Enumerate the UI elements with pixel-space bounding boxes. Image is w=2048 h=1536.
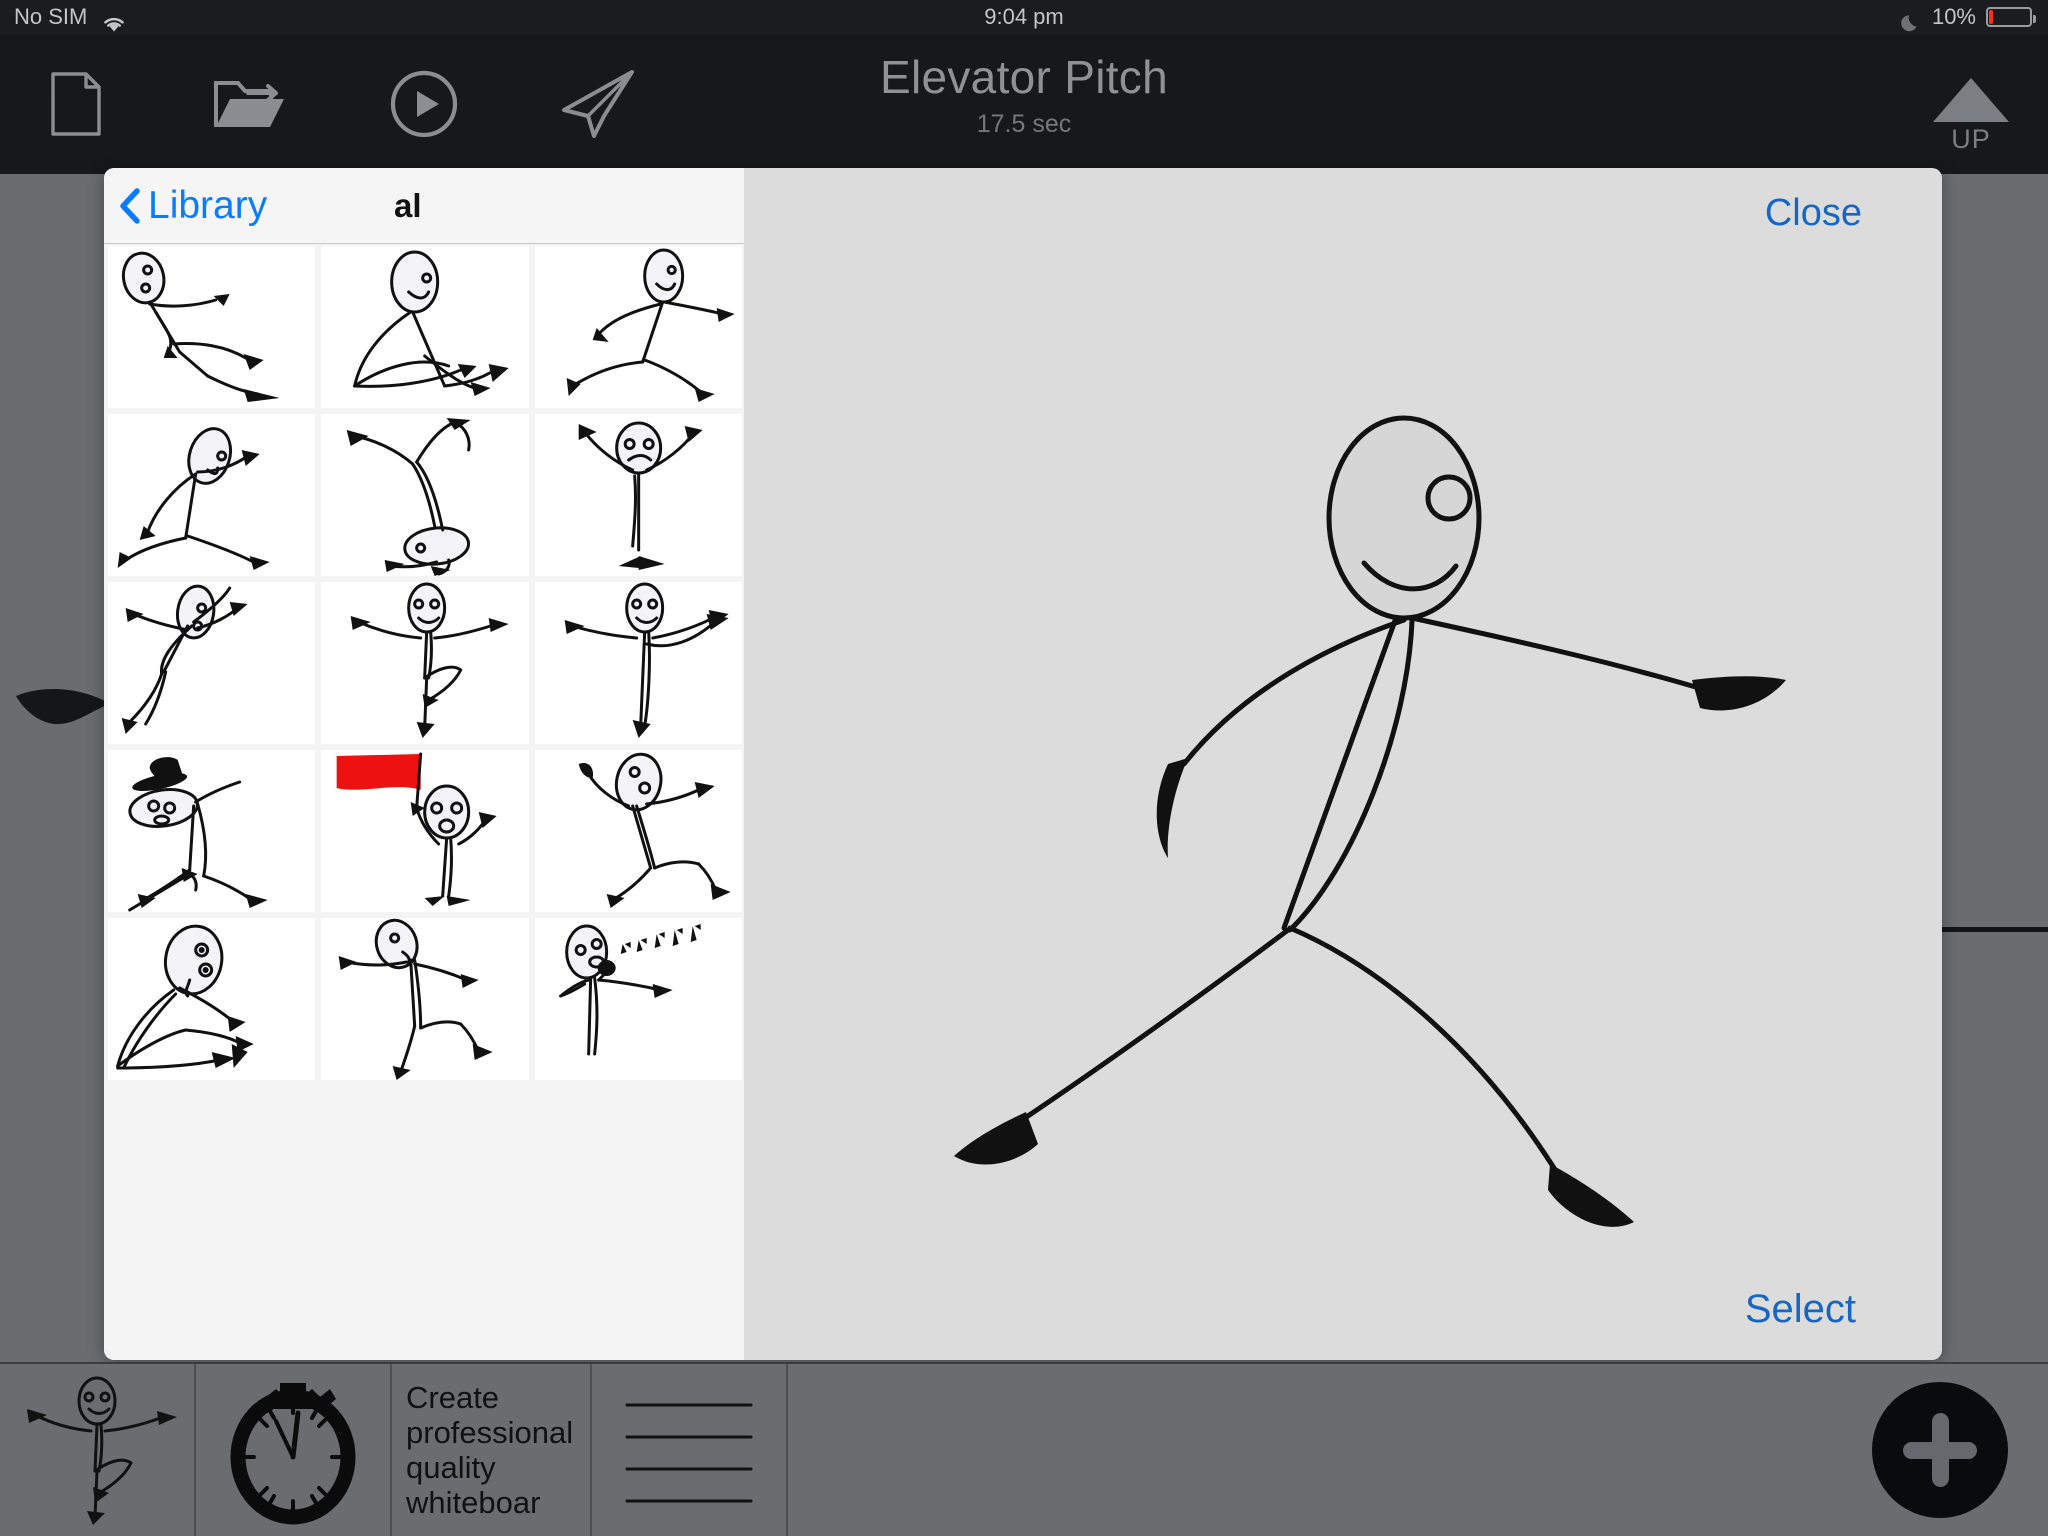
- thumb-dancing-figure[interactable]: [321, 582, 529, 744]
- battery-icon: [1986, 7, 2036, 27]
- battery-percent-label: 10%: [1931, 4, 1976, 29]
- thumb-falling-back-figure[interactable]: [108, 246, 316, 408]
- thumbnail-grid: [106, 244, 744, 1082]
- timeline-bar: Create professional quality whiteboar: [0, 1362, 2048, 1536]
- status-clock: 9:04 pm: [984, 4, 1064, 29]
- play-circle-icon[interactable]: [378, 58, 470, 150]
- status-right: 10%: [1900, 0, 2036, 34]
- moon-icon: [1900, 10, 1922, 32]
- thumb-sitting-figure[interactable]: [321, 246, 529, 408]
- timeline-stopwatch-cell[interactable]: [196, 1364, 392, 1536]
- thumb-top-hat-cane-figure[interactable]: [108, 750, 316, 912]
- thumb-striding-figure[interactable]: [108, 582, 316, 744]
- panel-title: al: [394, 187, 422, 224]
- thumb-handstand-figure[interactable]: [321, 414, 529, 576]
- thumb-back-kick-figure[interactable]: [321, 918, 529, 1080]
- timeline-lines-cell[interactable]: [592, 1364, 788, 1536]
- chevron-left-icon: [118, 188, 142, 224]
- thumb-arms-up-sad-figure[interactable]: [534, 414, 742, 576]
- new-document-icon[interactable]: [30, 58, 122, 150]
- toolbar-buttons: [30, 58, 644, 150]
- thumb-kicking-figure[interactable]: [534, 750, 742, 912]
- thumbnail-grid-panel[interactable]: [104, 244, 744, 1360]
- figure-preview-pane[interactable]: [744, 168, 1942, 1360]
- thumb-seated-figure[interactable]: [108, 918, 316, 1080]
- back-to-library-button[interactable]: Library: [118, 168, 267, 244]
- timeline-text-content: Create professional quality whiteboar: [406, 1379, 574, 1521]
- up-button-label: UP: [1951, 123, 1991, 154]
- back-button-label: Library: [148, 184, 268, 227]
- top-toolbar: Elevator Pitch 17.5 sec UP: [0, 34, 2048, 174]
- plus-icon-vertical: [1931, 1413, 1949, 1487]
- thumb-arabesque-figure[interactable]: [534, 582, 742, 744]
- status-bar: No SIM 9:04 pm 10%: [0, 0, 2048, 34]
- thumb-leaning-run-figure[interactable]: [108, 414, 316, 576]
- thumb-running-figure[interactable]: [534, 246, 742, 408]
- thumb-singing-microphone-figure[interactable]: [534, 918, 742, 1080]
- open-folder-icon[interactable]: [204, 58, 296, 150]
- timeline-figure-cell[interactable]: [0, 1364, 196, 1536]
- up-button[interactable]: UP: [1916, 66, 2026, 166]
- add-button[interactable]: [1872, 1382, 2008, 1518]
- paper-plane-icon[interactable]: [552, 58, 644, 150]
- library-modal: Library al Close Select: [104, 168, 1942, 1360]
- timeline-text-cell[interactable]: Create professional quality whiteboar: [392, 1364, 592, 1536]
- modal-header: Library al: [104, 168, 744, 244]
- canvas-rule-line: [1930, 927, 2048, 932]
- thumb-red-flag-figure[interactable]: [321, 750, 529, 912]
- app-root: No SIM 9:04 pm 10% Elevator Pitch 17.5 s…: [0, 0, 2048, 1536]
- triangle-up-icon: [1933, 77, 2009, 122]
